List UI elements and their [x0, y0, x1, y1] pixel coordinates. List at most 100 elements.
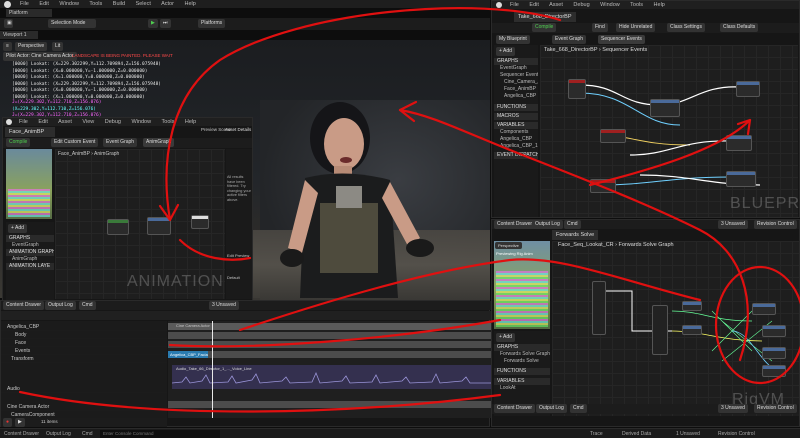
hide-unrelated-button[interactable]: Hide Unrelated	[616, 23, 656, 32]
rig-graph-canvas[interactable]: Face_Seq_Lookat_CR › Forwards Solve Grap…	[552, 241, 799, 416]
sidebar-item-lookat[interactable]: LookAt	[494, 385, 550, 392]
sidebar-item-face-animbp[interactable]: Face_AnimBP	[494, 86, 538, 93]
graph-node[interactable]	[726, 135, 752, 151]
rig-node[interactable]	[752, 303, 776, 315]
play-button[interactable]: ▶	[15, 418, 25, 427]
cmd-tab[interactable]: Cmd	[564, 220, 581, 229]
compile-button[interactable]: Compile	[6, 138, 31, 147]
perspective-button[interactable]: Perspective	[15, 42, 48, 51]
trace-button[interactable]: Trace	[590, 429, 603, 438]
add-button[interactable]: + Add	[8, 224, 27, 233]
graph-node[interactable]	[650, 99, 680, 117]
graph-node[interactable]	[568, 79, 586, 99]
revision-control-button[interactable]: Revision Control	[754, 404, 797, 413]
timeline-clip[interactable]	[168, 401, 491, 408]
asset-details-tab[interactable]: Asset Details	[225, 127, 251, 132]
cmd-tab[interactable]: Cmd	[79, 301, 96, 310]
sidebar-section-variables[interactable]: VARIABLES	[494, 122, 538, 129]
menu-help[interactable]: Help	[654, 2, 665, 8]
track-transform[interactable]: Transform	[1, 355, 167, 363]
mode-dropdown[interactable]: Selection Mode	[48, 19, 96, 28]
menu-debug[interactable]: Debug	[573, 2, 589, 8]
menu-tools[interactable]: Tools	[162, 119, 175, 125]
sidebar-item-eventgraph[interactable]: EventGraph	[6, 242, 54, 249]
rig-node[interactable]	[682, 301, 702, 311]
menu-edit[interactable]: Edit	[529, 2, 538, 8]
cmd-button[interactable]: Cmd	[82, 429, 93, 438]
menu-view[interactable]: View	[82, 119, 94, 125]
revision-control-button[interactable]: Revision Control	[754, 220, 797, 229]
sidebar-item-animgraph[interactable]: AnimGraph	[6, 256, 54, 263]
cmd-tab[interactable]: Cmd	[570, 404, 587, 413]
output-pose-node[interactable]	[191, 215, 209, 229]
sidebar-section-variables[interactable]: VARIABLES	[494, 378, 550, 385]
sidebar-section-graphs[interactable]: GRAPHS	[6, 235, 54, 242]
audio-clip[interactable]: Audio_Take_66_Director_1_..._Voice_Line	[172, 365, 491, 389]
event-graph-tab[interactable]: Event Graph	[103, 138, 138, 147]
content-drawer-button[interactable]: Content Drawer	[4, 429, 39, 438]
facial-subclip[interactable]: Angelica_CBP_Facial	[168, 351, 208, 358]
record-button[interactable]: ●	[3, 418, 13, 427]
menu-window[interactable]: Window	[600, 2, 620, 8]
forwards-solve-tab[interactable]: Forwards Solve	[552, 230, 598, 240]
timeline-clip[interactable]	[168, 332, 491, 339]
track-angelica[interactable]: Angelica_CBP	[1, 323, 167, 331]
sidebar-item-angelica-var[interactable]: Angelica_CBP	[494, 136, 538, 143]
find-button[interactable]: Find	[592, 23, 608, 32]
sidebar-section-graphs[interactable]: GRAPHS	[494, 344, 550, 351]
track-events[interactable]: Events	[1, 347, 167, 355]
unsaved-indicator[interactable]: 3 Unsaved	[209, 301, 239, 310]
menu-tools[interactable]: Tools	[630, 2, 643, 8]
output-log-tab[interactable]: Output Log	[536, 404, 567, 413]
add-button[interactable]: + Add	[496, 47, 515, 56]
graph-node[interactable]	[107, 219, 129, 235]
level-tab[interactable]: Platform	[6, 9, 52, 17]
graph-node[interactable]	[147, 217, 171, 235]
sidebar-section-animation-graphs[interactable]: ANIMATION GRAPHS	[6, 249, 54, 256]
menu-asset[interactable]: Asset	[549, 2, 563, 8]
sidebar-item-components[interactable]: Components	[494, 129, 538, 136]
class-defaults-button[interactable]: Class Defaults	[720, 23, 759, 32]
anim-bp-asset-tab[interactable]: Face_AnimBP	[5, 127, 55, 137]
menu-debug[interactable]: Debug	[105, 119, 121, 125]
content-drawer-tab[interactable]: Content Drawer	[494, 404, 536, 413]
menu-select[interactable]: Select	[136, 1, 151, 7]
sidebar-section-graphs[interactable]: GRAPHS	[494, 58, 538, 65]
rig-node[interactable]	[682, 325, 702, 335]
track-face[interactable]: Face	[1, 339, 167, 347]
sidebar-section-macros[interactable]: MACROS	[494, 113, 538, 120]
track-audio[interactable]: Audio	[1, 385, 167, 393]
default-dropdown[interactable]: Default	[227, 275, 240, 280]
timeline-clip[interactable]: Cine Camera Actor	[168, 323, 491, 330]
menu-asset[interactable]: Asset	[58, 119, 72, 125]
tab-event-graph[interactable]: Event Graph	[552, 35, 587, 44]
sidebar-item-cine-camera[interactable]: Cine_Camera_Ac	[494, 79, 538, 86]
viewport-menu-button[interactable]: ≡	[3, 42, 12, 51]
tab-my-blueprint[interactable]: My Blueprint	[496, 35, 530, 44]
derived-data-button[interactable]: Derived Data	[622, 429, 651, 438]
sidebar-item-angelica-var-1[interactable]: Angelica_CBP_1	[494, 143, 538, 150]
unsaved-indicator[interactable]: 3 Unsaved	[718, 220, 748, 229]
platforms-button[interactable]: Platforms	[198, 19, 226, 28]
sidebar-section-functions[interactable]: FUNCTIONS	[494, 368, 550, 375]
breadcrumb-item[interactable]: AnimGraph	[94, 151, 119, 157]
menu-file[interactable]: File	[20, 1, 29, 7]
rig-node[interactable]	[762, 365, 786, 377]
sidebar-section-functions[interactable]: FUNCTIONS	[494, 104, 538, 111]
menu-edit[interactable]: Edit	[39, 1, 48, 7]
timeline-area[interactable]: Cine Camera Actor Angelica_CBP_Facial Au…	[168, 321, 491, 418]
tab-sequencer-events[interactable]: Sequencer Events	[598, 35, 645, 44]
menu-window[interactable]: Window	[59, 1, 79, 7]
unsaved-indicator[interactable]: 3 Unsaved	[718, 404, 748, 413]
track-body[interactable]: Body	[1, 331, 167, 339]
rig-preview-viewport[interactable]: Perspective Previewing Rig Anim	[494, 241, 550, 329]
content-drawer-tab[interactable]: Content Drawer	[3, 301, 45, 310]
anim-graph-tab[interactable]: AnimGraph	[143, 138, 175, 147]
menu-tools[interactable]: Tools	[89, 1, 102, 7]
unsaved-button[interactable]: 1 Unsaved	[676, 429, 700, 438]
sidebar-section-animation-layers[interactable]: ANIMATION LAYE	[6, 263, 54, 270]
rig-node[interactable]	[762, 325, 786, 337]
perspective-button[interactable]: Perspective	[495, 242, 522, 249]
class-settings-button[interactable]: Class Settings	[667, 23, 705, 32]
rig-node[interactable]	[592, 281, 606, 335]
